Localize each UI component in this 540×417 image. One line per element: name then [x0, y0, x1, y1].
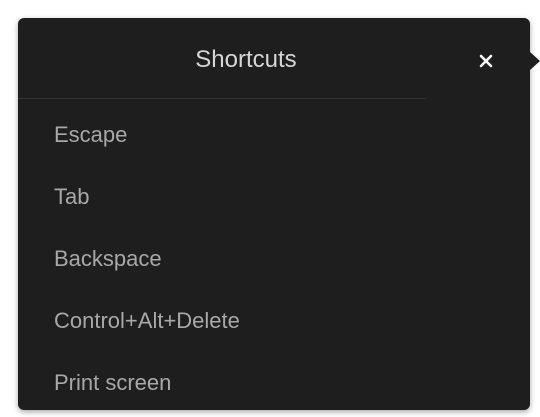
shortcut-item-control-alt-delete[interactable]: Control+Alt+Delete — [18, 290, 530, 352]
popover-title: Shortcuts — [195, 46, 297, 73]
shortcut-item-print-screen[interactable]: Print screen — [18, 352, 530, 414]
close-icon — [479, 54, 493, 68]
shortcut-item-backspace[interactable]: Backspace — [18, 228, 530, 290]
shortcut-item-tab[interactable]: Tab — [18, 166, 530, 228]
header-divider — [18, 98, 426, 99]
popover-arrow — [530, 52, 540, 70]
close-button[interactable] — [468, 44, 504, 78]
shortcuts-list: Escape Tab Backspace Control+Alt+Delete … — [18, 104, 530, 414]
shortcut-item-escape[interactable]: Escape — [18, 104, 530, 166]
shortcuts-popover: Shortcuts Escape Tab Backspace Control+A… — [18, 18, 530, 410]
popover-header: Shortcuts — [18, 18, 530, 98]
